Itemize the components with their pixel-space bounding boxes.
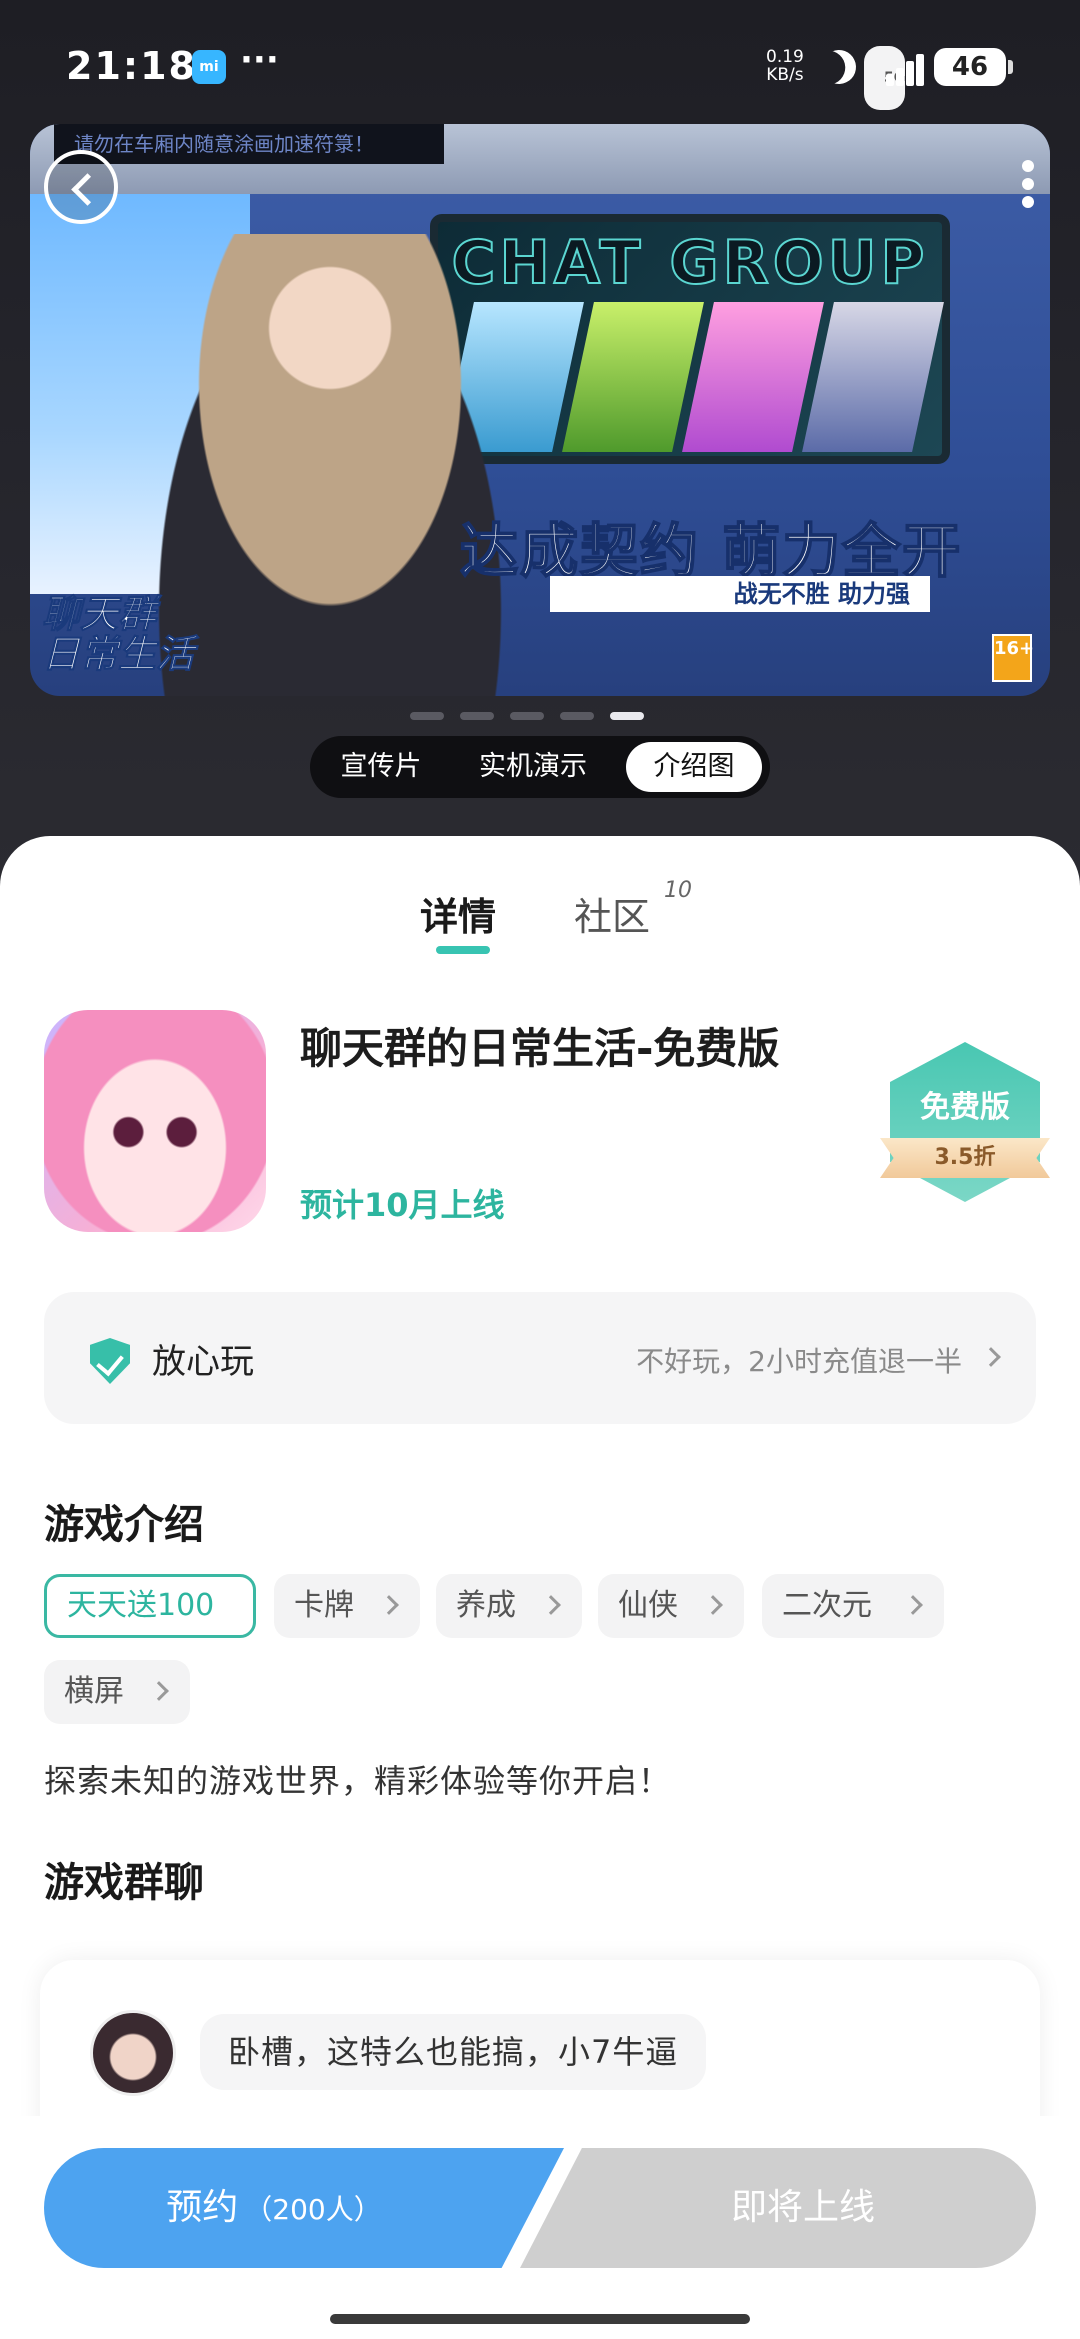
tab-intro-images[interactable]: 介绍图 (626, 742, 762, 792)
status-time: 21:18 (66, 44, 197, 88)
assurance-title: 放心玩 (152, 1342, 254, 1382)
character-panel (562, 302, 704, 452)
header-area: 21:18 mi ··· 0.19 KB/s 5G 46 请勿在车厢内随意涂画加… (0, 0, 1080, 880)
more-notifications-icon: ··· (240, 40, 279, 80)
tab-community[interactable]: 社区 (574, 886, 650, 941)
detail-sheet: 详情 社区 10 聊天群的日常生活-免费版 预计10月上线 免费版 3.5折 放… (0, 836, 1080, 2339)
tag-xianxia[interactable]: 仙侠 (598, 1574, 744, 1638)
chevron-right-icon (903, 1595, 923, 1615)
age-rating-badge: 16+ (992, 634, 1034, 682)
app-name: 聊天群的日常生活-免费版 (300, 1024, 780, 1073)
community-count-badge: 10 (664, 878, 692, 903)
carousel-dot[interactable] (410, 712, 444, 720)
network-speed-value: 0.19 (766, 47, 804, 67)
tab-gameplay-demo[interactable]: 实机演示 (458, 742, 608, 792)
reserve-count: （200人） (244, 2193, 382, 2226)
media-tabs: 宣传片 实机演示 介绍图 (310, 736, 770, 798)
banner-character (140, 234, 520, 696)
game-logo-line1: 聊天群 (41, 592, 157, 636)
chat-message: 卧槽，这特么也能搞，小7牛逼 (200, 2014, 707, 2090)
section-title-group-chat: 游戏群聊 (44, 1860, 204, 1906)
status-bar: 21:18 mi ··· 0.19 KB/s 5G 46 (0, 0, 1080, 120)
coming-soon-label: 即将上线 (730, 2187, 875, 2228)
free-version-label: 免费版 (920, 1090, 1010, 1125)
reserve-button[interactable]: 预约 （200人） (44, 2148, 564, 2268)
release-date: 预计10月上线 (300, 1186, 505, 1224)
carousel-dot[interactable] (560, 712, 594, 720)
free-version-badge: 免费版 3.5折 (880, 1042, 1050, 1212)
tag-label: 横屏 (64, 1674, 124, 1709)
reserve-label: 预约 (166, 2187, 239, 2228)
carousel-dot[interactable] (460, 712, 494, 720)
tag-anime[interactable]: 二次元 (762, 1574, 944, 1638)
network-speed-unit: KB/s (766, 65, 804, 85)
active-tab-indicator (436, 946, 490, 954)
tag-label: 养成 (456, 1588, 516, 1623)
tag-nurture[interactable]: 养成 (436, 1574, 582, 1638)
do-not-disturb-icon (816, 44, 861, 89)
chevron-right-icon (149, 1681, 169, 1701)
section-title-intro: 游戏介绍 (44, 1502, 204, 1548)
chevron-right-icon (541, 1595, 561, 1615)
signal-icon: 5G (864, 46, 928, 110)
game-logo: 聊天群 日常生活 (41, 592, 195, 676)
carousel-dot[interactable] (510, 712, 544, 720)
play-assurance-card[interactable]: 放心玩 不好玩，2小时充值退一半 (44, 1292, 1036, 1424)
shield-check-icon (90, 1338, 130, 1384)
home-indicator[interactable] (330, 2314, 750, 2324)
app-icon (44, 1010, 266, 1232)
intro-text: 探索未知的游戏世界，精彩体验等你开启！ (44, 1762, 672, 1800)
chevron-right-icon (981, 1347, 1001, 1367)
assurance-description: 不好玩，2小时充值退一半 (636, 1345, 962, 1378)
tag-label: 仙侠 (618, 1588, 678, 1623)
tag-landscape[interactable]: 横屏 (44, 1660, 190, 1724)
carousel-indicator (410, 712, 670, 720)
tag-label: 二次元 (782, 1588, 872, 1623)
mi-app-icon: mi (192, 50, 226, 84)
tag-label: 卡牌 (294, 1588, 354, 1623)
character-panel (682, 302, 824, 452)
game-logo-line2: 日常生活 (41, 632, 195, 676)
tag-daily-gift[interactable]: 天天送100 (44, 1574, 256, 1638)
tab-promo-video[interactable]: 宣传片 (326, 742, 436, 792)
chevron-right-icon (379, 1595, 399, 1615)
network-speed: 0.19 KB/s (766, 48, 804, 84)
discount-ribbon: 3.5折 (880, 1138, 1050, 1178)
promo-banner[interactable]: 请勿在车厢内随意涂画加速符箓！ CHAT GROUP 达成契约 萌力全开 战无不… (30, 124, 1050, 696)
chevron-right-icon (703, 1595, 723, 1615)
character-panel (802, 302, 944, 452)
tab-details[interactable]: 详情 (420, 886, 496, 941)
coming-soon-button: 即将上线 (520, 2148, 1036, 2268)
more-options-icon[interactable] (1022, 160, 1036, 214)
banner-slogan-sub: 战无不胜 助力强 (550, 576, 930, 612)
avatar (90, 2010, 176, 2096)
carousel-dot-active[interactable] (610, 712, 644, 720)
back-button[interactable] (44, 150, 118, 224)
tag-card[interactable]: 卡牌 (274, 1574, 420, 1638)
banner-notice: 请勿在车厢内随意涂画加速符箓！ (54, 124, 444, 164)
bottom-action-bar: 即将上线 预约 （200人） (0, 2116, 1080, 2339)
battery-icon: 46 (934, 48, 1013, 86)
